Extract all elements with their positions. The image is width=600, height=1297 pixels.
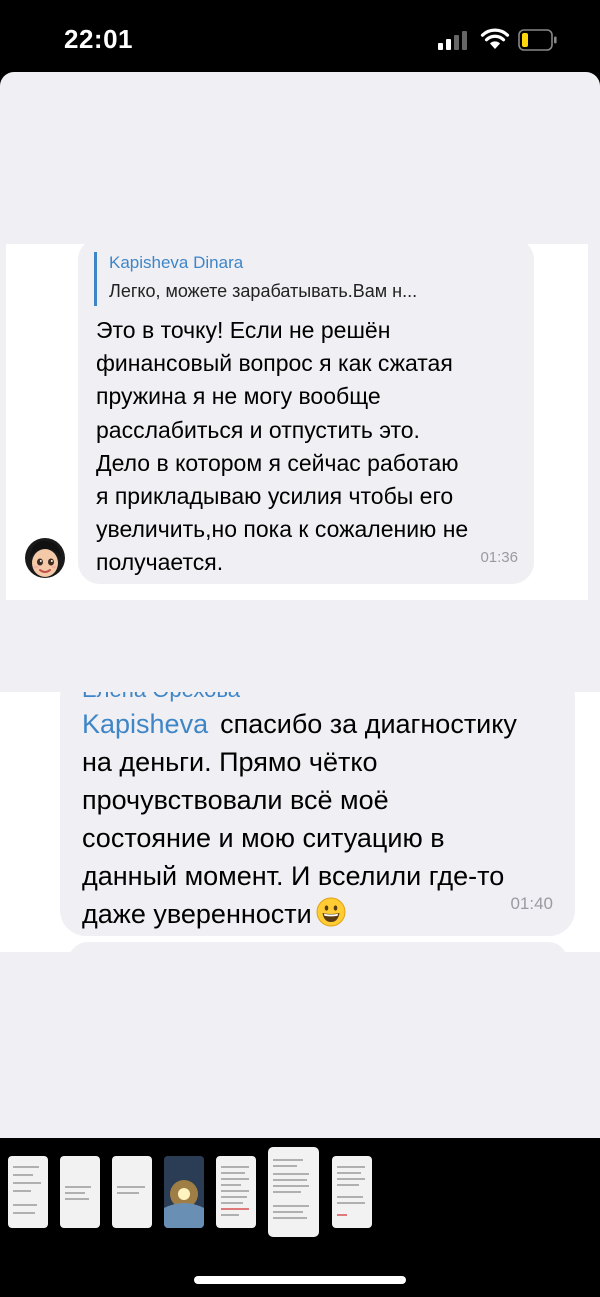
message-line-text: даже уверенности xyxy=(82,899,312,929)
message-line: Kapisheva спасибо за диагностику xyxy=(82,705,568,743)
thumbnail-2[interactable] xyxy=(60,1156,100,1228)
message-line: увеличить,но пока к сожалению не xyxy=(96,516,469,543)
message-bubble: Kapisheva Dinara Легко, можете зарабатыв… xyxy=(78,238,534,584)
signal-icon xyxy=(438,31,467,50)
message-bubble: Елена Орехова Kapisheva спасибо за диагно… xyxy=(60,692,575,936)
message-time: 01:36 xyxy=(480,549,518,566)
mention-link[interactable]: Kapisheva xyxy=(82,709,208,739)
message-line: на деньги. Прямо чётко xyxy=(82,747,378,777)
thumbnail-6-selected[interactable] xyxy=(268,1147,319,1237)
thumbnail-strip[interactable] xyxy=(0,1138,600,1248)
sunlight-image-icon xyxy=(164,1156,204,1228)
chat-screenshot-1: Kapisheva Dinara Легко, можете зарабатыв… xyxy=(6,238,588,600)
status-time: 22:01 xyxy=(64,24,133,54)
message-line: финансовый вопрос я как сжатая xyxy=(96,350,453,377)
message-line: я прикладываю усилия чтобы его xyxy=(96,483,454,510)
message-line-text: спасибо за диагностику xyxy=(220,709,517,739)
next-message-bubble xyxy=(68,942,568,952)
message-text: Это в точку! Если не решён финансовый во… xyxy=(96,314,526,580)
reply-quote: Kapisheva Dinara Легко, можете зарабатыв… xyxy=(94,252,417,306)
message-line: даже уверенности xyxy=(82,895,568,933)
message-line: Дело в котором я сейчас работаю xyxy=(96,449,459,476)
wifi-icon xyxy=(480,28,510,49)
message-line: Это в точку! Если не решён xyxy=(96,317,391,343)
message-time: 01:40 xyxy=(510,894,553,913)
reply-text: Легко, можете зарабатывать.Вам н... xyxy=(109,281,418,301)
message-line: расслабиться и отпустить это. xyxy=(96,416,420,443)
message-line: состояние и мою ситуацию в xyxy=(82,823,445,853)
thumbnail-5[interactable] xyxy=(216,1156,256,1228)
chat-screenshot-2: Елена Орехова Kapisheva спасибо за диагно… xyxy=(0,692,600,952)
message-line: получается. xyxy=(96,549,224,576)
message-line: данный момент. И вселили где-то xyxy=(82,861,505,891)
message-line: пружина я не могу вообще xyxy=(96,383,381,410)
sender-name-cut: Елена Орехова xyxy=(82,692,240,703)
avatar-memoji-icon xyxy=(25,538,65,578)
thumbnail-1[interactable] xyxy=(8,1156,48,1228)
status-bar: 22:01 xyxy=(0,0,600,72)
home-indicator[interactable] xyxy=(194,1276,406,1284)
message-line: прочувствовали всё моё xyxy=(82,785,389,815)
grinning-emoji-icon xyxy=(316,897,346,927)
photo-viewer[interactable]: Kapisheva Dinara Легко, можете зарабатыв… xyxy=(0,72,600,1138)
thumbnail-7[interactable] xyxy=(332,1156,372,1228)
thumbnail-4[interactable] xyxy=(164,1156,204,1228)
battery-icon xyxy=(518,29,557,51)
reply-sender-name: Kapisheva Dinara xyxy=(109,253,244,272)
thumbnail-3[interactable] xyxy=(112,1156,152,1228)
message-text: Kapisheva спасибо за диагностику на деньг… xyxy=(82,705,568,933)
